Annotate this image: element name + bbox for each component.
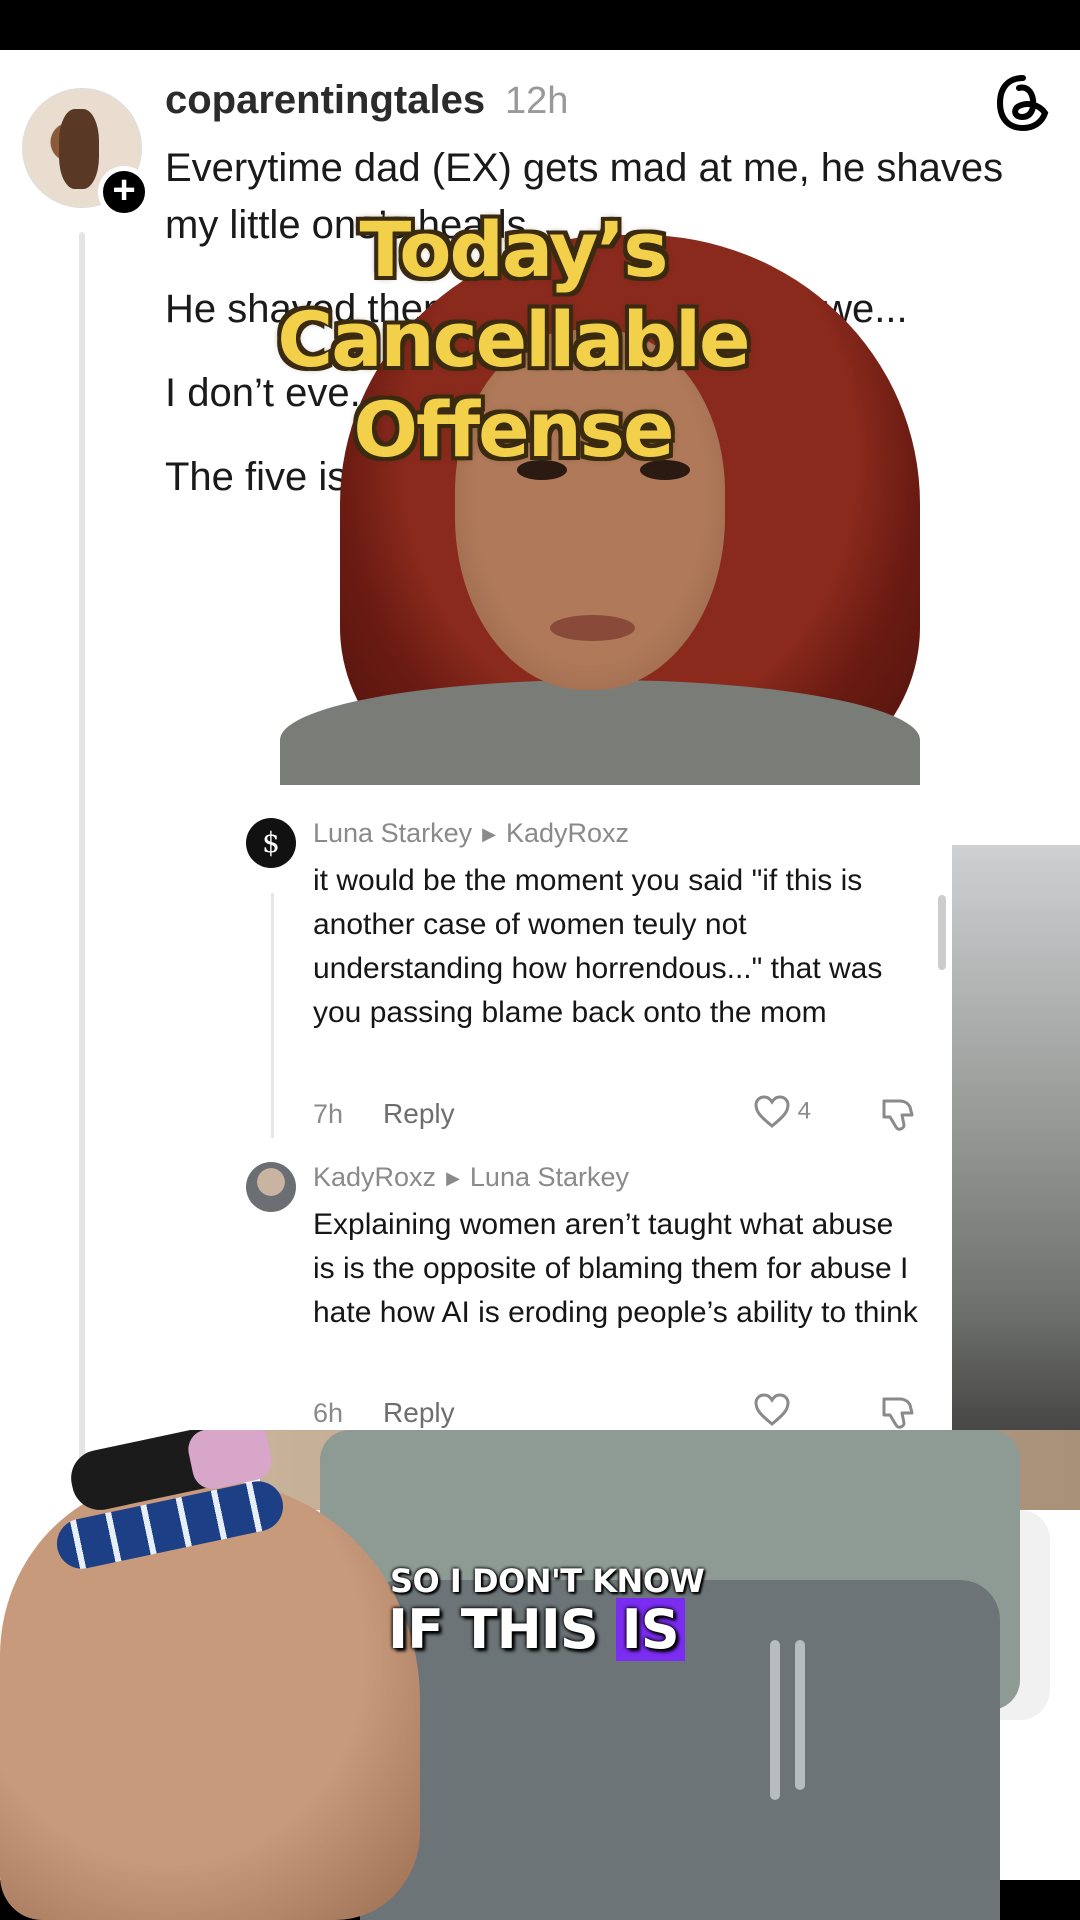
avatar-figure	[59, 109, 99, 189]
heart-icon	[754, 1095, 790, 1128]
comment-text: Explaining women aren’t taught what abus…	[313, 1208, 918, 1329]
reply-arrow-icon: ▶	[482, 824, 496, 845]
reply-arrow-icon: ▶	[446, 1168, 460, 1189]
comment-text: it would be the moment you said "if this…	[313, 864, 883, 1029]
comment-meta: 6h Reply	[313, 1397, 455, 1429]
reply-button[interactable]: Reply	[383, 1397, 455, 1428]
threads-logo-icon[interactable]	[994, 74, 1052, 132]
comment-reply-to[interactable]: Luna Starkey	[470, 1162, 629, 1192]
title-line: Today’s Cancellable	[277, 205, 750, 384]
comment-header: KadyRoxz ▶ Luna Starkey	[313, 1162, 629, 1193]
like-button[interactable]: 4	[753, 1095, 833, 1129]
title-line: Offense	[353, 385, 674, 474]
comment-author[interactable]: KadyRoxz	[313, 1162, 436, 1192]
video-title-overlay: Today’s Cancellable Offense	[163, 205, 863, 475]
bottom-letterbox	[0, 1890, 1080, 1920]
like-button[interactable]	[753, 1393, 833, 1427]
background-text-fragment: e	[958, 1564, 976, 1600]
comments-scrollbar[interactable]	[938, 895, 946, 970]
comment-meta: 7h Reply	[313, 1098, 455, 1130]
caption-text: IF THIS	[388, 1598, 599, 1661]
background-text-fragment: o deci	[262, 1560, 348, 1596]
post-username[interactable]: coparentingtales	[165, 78, 485, 123]
background-likes-count: 10.4K	[225, 1778, 314, 1816]
thread-line	[79, 232, 85, 1482]
dislike-icon[interactable]	[878, 1393, 918, 1430]
comment-reply-to[interactable]: KadyRoxz	[506, 818, 629, 848]
like-count: 4	[797, 1097, 812, 1125]
top-letterbox	[0, 0, 1080, 50]
comment-time: 7h	[313, 1099, 344, 1129]
background-text-fragment: ld be	[262, 1604, 332, 1640]
comment-avatar[interactable]	[246, 1162, 296, 1212]
comment-avatar[interactable]: $	[246, 818, 296, 868]
post-timestamp: 12h	[505, 80, 569, 122]
dislike-icon[interactable]	[878, 1095, 918, 1135]
comment-header: Luna Starkey ▶ KadyRoxz	[313, 818, 629, 849]
heart-icon	[754, 1393, 790, 1426]
caption-highlight-word: IS	[615, 1598, 685, 1661]
comment-time: 6h	[313, 1398, 344, 1428]
caption-line: SO I DON'T KNOW	[390, 1562, 705, 1600]
reply-button[interactable]: Reply	[383, 1098, 455, 1129]
background-heart-icon: ♡	[180, 1778, 211, 1816]
caption-line: IF THIS IS	[388, 1598, 685, 1661]
comment-author[interactable]: Luna Starkey	[313, 818, 472, 848]
comments-panel: $ Luna Starkey ▶ KadyRoxz it would be the …	[128, 785, 952, 1430]
video-stage: + coparentingtales 12h Everytime dad (EX…	[0, 0, 1080, 1920]
reply-thread-line	[271, 893, 274, 1138]
follow-plus-icon[interactable]: +	[98, 166, 150, 218]
